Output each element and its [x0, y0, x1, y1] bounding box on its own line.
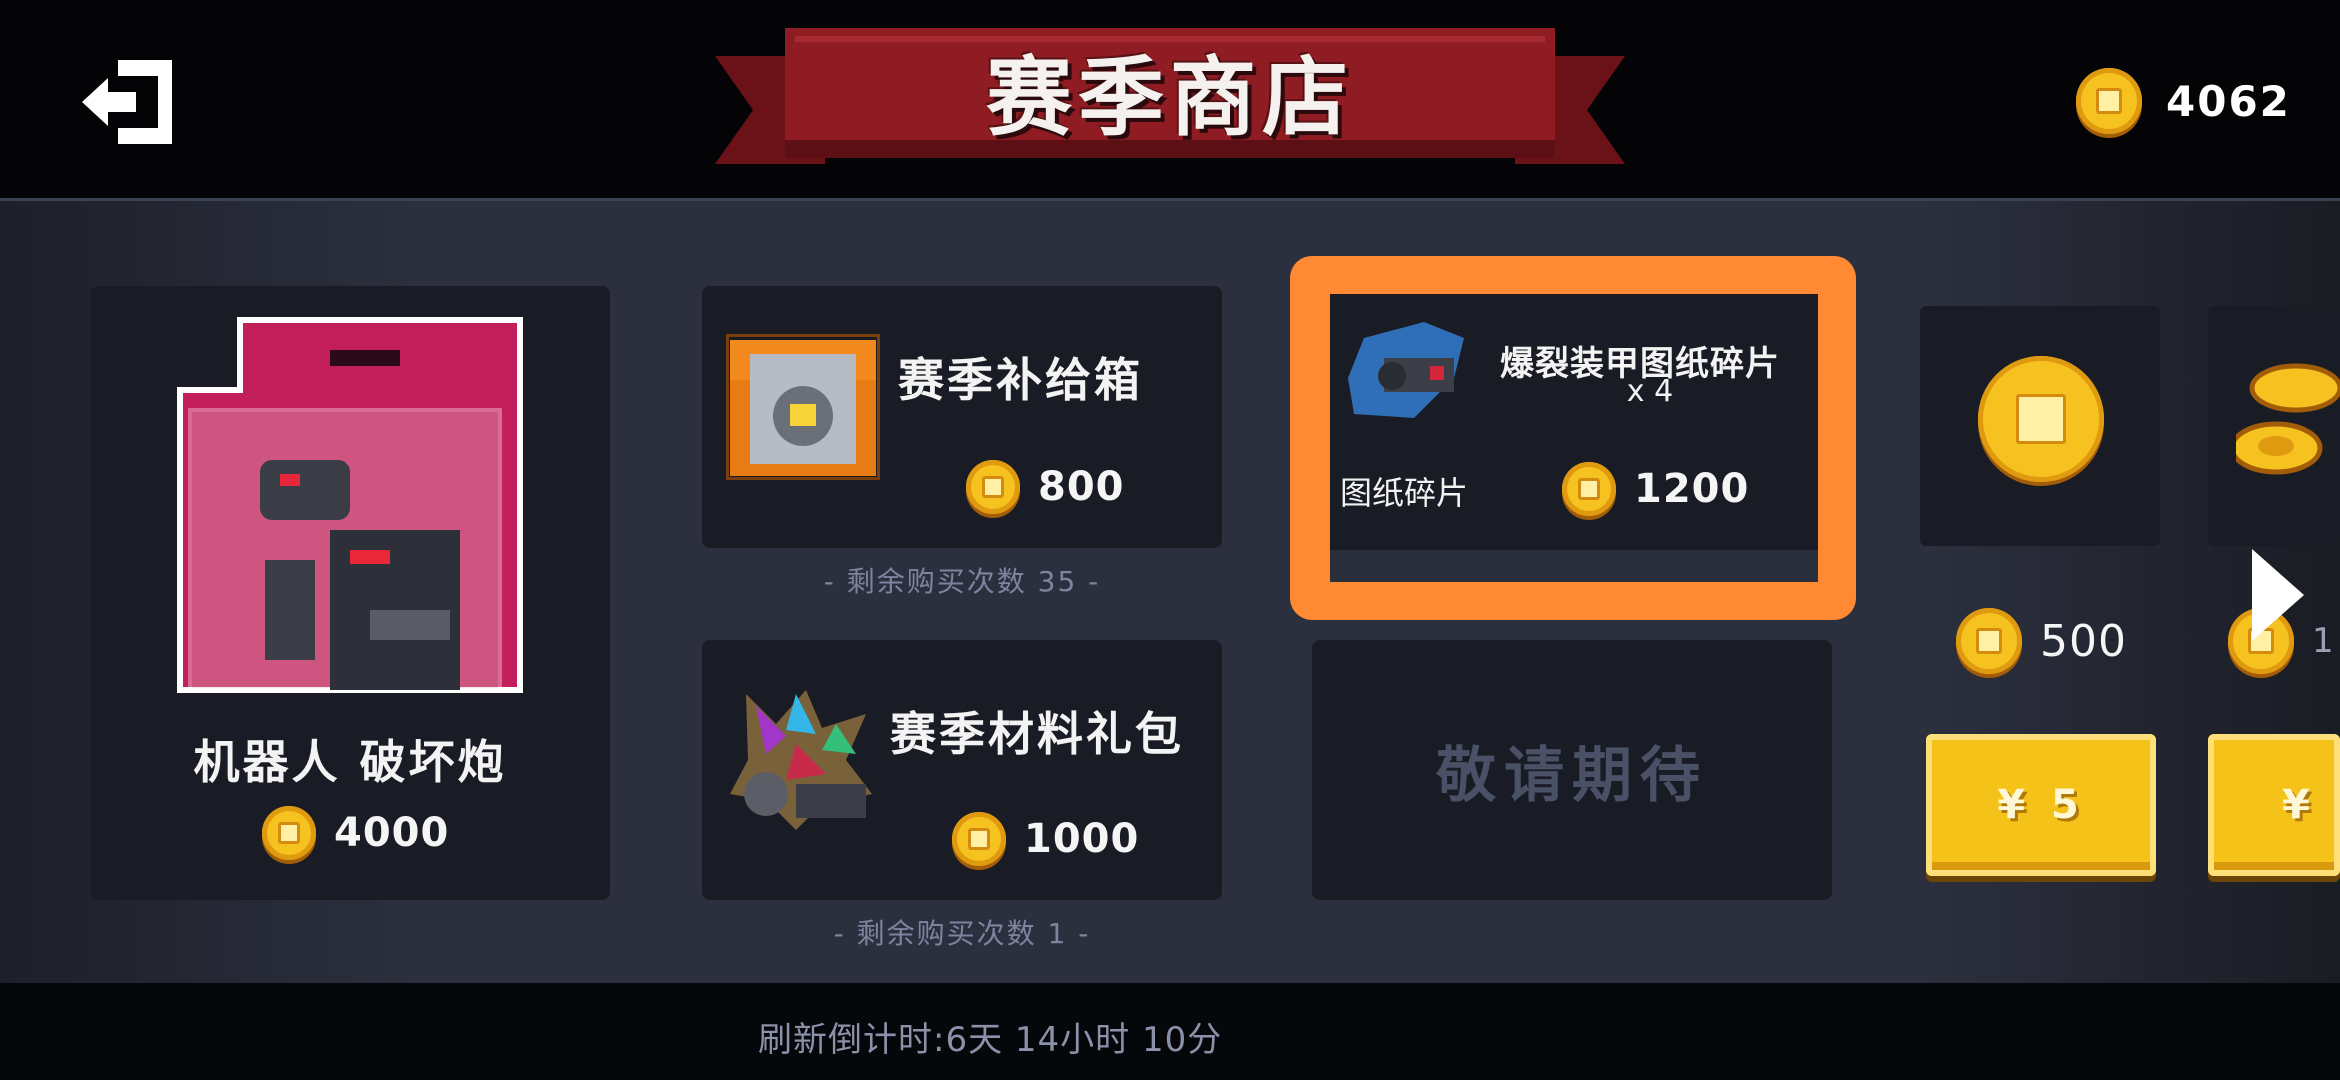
coming-soon-card: 敬请期待 [1312, 640, 1832, 900]
next-arrow-icon[interactable] [2248, 545, 2308, 645]
blueprint-card-footer [1330, 550, 1818, 582]
page-title: 赛季商店 [986, 47, 1354, 148]
blueprint-quantity: x 4 [1626, 374, 1674, 409]
robot-name: 机器人 破坏炮 [193, 735, 507, 789]
currency-amount: 4062 [2166, 76, 2291, 126]
material-pack-remaining: - 剩余购买次数 1 - [833, 917, 1091, 950]
supply-box-price: 800 [966, 460, 1125, 514]
blueprint-price: 1200 [1562, 462, 1749, 516]
coin-icon [966, 460, 1020, 514]
supply-box-icon [726, 334, 880, 480]
coin-icon [262, 806, 316, 860]
supply-box-remaining: - 剩余购买次数 35 - [823, 565, 1101, 598]
material-pack-icon [730, 690, 872, 830]
coin-icon [1956, 608, 2022, 674]
robot-skin-icon [177, 317, 523, 693]
material-pack-price: 1000 [952, 812, 1139, 866]
big-coin-icon [1978, 356, 2104, 482]
refresh-countdown: 刷新倒计时:6天 14小时 10分 [758, 1020, 1223, 1060]
material-pack-name: 赛季材料礼包 [890, 707, 1184, 761]
coin-icon [2076, 68, 2142, 134]
coin-pack-amount: 500 [1956, 608, 2127, 674]
exit-icon[interactable] [78, 56, 178, 148]
coin-stack-icon [2236, 363, 2340, 475]
coin-icon [1562, 462, 1616, 516]
buy-coin-pack-button[interactable]: ¥ 5 [1926, 734, 2156, 876]
armor-blueprint-icon [1348, 322, 1464, 418]
blueprint-category: 图纸碎片 [1340, 474, 1469, 512]
robot-price: 4000 [262, 806, 449, 860]
supply-box-name: 赛季补给箱 [898, 353, 1143, 407]
coin-icon [952, 812, 1006, 866]
currency-display: 4062 [2076, 64, 2291, 138]
buy-coin-pack-2-button[interactable]: ¥ [2208, 734, 2340, 876]
